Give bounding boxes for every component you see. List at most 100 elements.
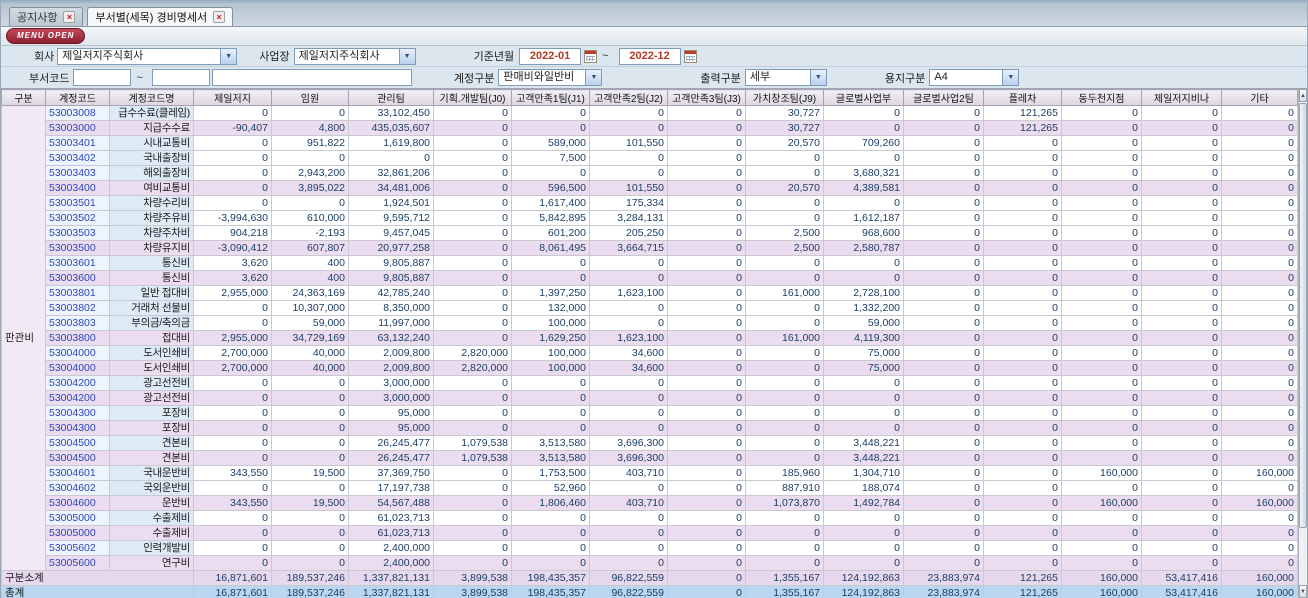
column-header[interactable]: 가치창조팀(J9) — [745, 89, 824, 106]
table-row[interactable]: 53004200 광고선전비 0 0 3,000,000 0 0 0 0 0 0 0 0 0 0 0 — [2, 375, 1298, 391]
value-cell[interactable]: 0 — [983, 510, 1062, 526]
value-cell[interactable]: 160,000 — [1221, 585, 1298, 598]
table-row[interactable]: 53005602 인력개발비 0 0 2,400,000 0 0 0 0 0 0 0 0 0 0 0 — [2, 540, 1298, 556]
value-cell[interactable]: 0 — [823, 510, 904, 526]
table-row[interactable]: 53003403 해외출장비 0 2,943,200 32,861,206 0 0 0 0 0 3,… — [2, 165, 1298, 181]
chevron-down-icon[interactable]: ▼ — [220, 48, 237, 64]
column-header[interactable]: 글로벌사업부 — [823, 89, 904, 106]
value-cell[interactable]: 0 — [983, 165, 1062, 181]
scroll-up-icon[interactable]: ▲ — [1299, 89, 1307, 102]
value-cell[interactable]: 8,350,000 — [348, 300, 434, 316]
value-cell[interactable]: 0 — [511, 375, 590, 391]
value-cell[interactable]: 0 — [983, 225, 1062, 241]
value-cell[interactable]: 0 — [1061, 375, 1142, 391]
value-cell[interactable]: 0 — [903, 240, 984, 256]
account-code-cell[interactable]: 53003008 — [45, 105, 110, 121]
value-cell[interactable]: 121,265 — [983, 570, 1062, 586]
value-cell[interactable]: 0 — [667, 210, 746, 226]
value-cell[interactable]: 0 — [1141, 405, 1222, 421]
period-from-input[interactable] — [519, 47, 582, 65]
value-cell[interactable]: 24,363,169 — [271, 285, 349, 301]
value-cell[interactable]: 0 — [667, 510, 746, 526]
value-cell[interactable]: 0 — [1141, 180, 1222, 196]
account-code-cell[interactable]: 53003501 — [45, 195, 110, 211]
value-cell[interactable]: 26,245,477 — [348, 450, 434, 466]
value-cell[interactable]: 0 — [983, 315, 1062, 331]
calendar-icon[interactable] — [584, 49, 598, 63]
value-cell[interactable]: 0 — [983, 180, 1062, 196]
value-cell[interactable]: 0 — [667, 540, 746, 556]
table-row[interactable]: 53003503 차량주차비 904,218 -2,193 9,457,045 0 601,… — [2, 225, 1298, 241]
value-cell[interactable]: 0 — [1061, 195, 1142, 211]
value-cell[interactable]: 709,260 — [823, 135, 904, 151]
value-cell[interactable]: 95,000 — [348, 420, 434, 436]
value-cell[interactable]: 0 — [1061, 240, 1142, 256]
value-cell[interactable]: 0 — [903, 165, 984, 181]
table-row[interactable]: 53003802 거래처 선물비 0 10,307,000 8,350,000 0 132,… — [2, 300, 1298, 316]
column-header[interactable]: 글로벌사업2팀 — [903, 89, 984, 106]
value-cell[interactable]: 968,600 — [823, 225, 904, 241]
value-cell[interactable]: 0 — [271, 555, 349, 571]
account-code-cell[interactable]: 53004300 — [45, 420, 110, 436]
value-cell[interactable]: 0 — [433, 315, 512, 331]
value-cell[interactable]: 63,132,240 — [348, 330, 434, 346]
value-cell[interactable]: 0 — [667, 285, 746, 301]
value-cell[interactable]: 0 — [983, 375, 1062, 391]
value-cell[interactable]: 0 — [903, 480, 984, 496]
value-cell[interactable]: 37,369,750 — [348, 465, 434, 481]
table-row[interactable]: 53004601 국내운반비 343,550 19,500 37,369,750 0 1,7… — [2, 465, 1298, 481]
value-cell[interactable]: 0 — [433, 225, 512, 241]
value-cell[interactable]: 0 — [667, 525, 746, 541]
value-cell[interactable]: 0 — [1141, 150, 1222, 166]
value-cell[interactable]: 0 — [667, 570, 746, 586]
value-cell[interactable]: 0 — [271, 540, 349, 556]
value-cell[interactable]: 0 — [1221, 225, 1298, 241]
value-cell[interactable]: 0 — [903, 270, 984, 286]
value-cell[interactable]: 343,550 — [193, 495, 272, 511]
value-cell[interactable]: 0 — [193, 435, 272, 451]
account-name-cell[interactable]: 일반 접대비 — [109, 285, 194, 301]
column-header[interactable]: 관리팀 — [348, 89, 434, 106]
value-cell[interactable]: 343,550 — [193, 465, 272, 481]
column-header[interactable]: 고객만족2팀(J2) — [589, 89, 668, 106]
value-cell[interactable]: 0 — [667, 405, 746, 421]
value-cell[interactable]: 34,600 — [589, 360, 668, 376]
table-row[interactable]: 53003501 차량수리비 0 0 1,924,501 0 1,617,400 175,33… — [2, 195, 1298, 211]
value-cell[interactable]: 0 — [1141, 165, 1222, 181]
value-cell[interactable]: 0 — [903, 450, 984, 466]
value-cell[interactable]: 0 — [745, 300, 824, 316]
account-name-cell[interactable]: 포장비 — [109, 405, 194, 421]
value-cell[interactable]: 0 — [1221, 480, 1298, 496]
account-name-cell[interactable]: 국내출장비 — [109, 150, 194, 166]
value-cell[interactable]: 16,871,601 — [193, 585, 272, 598]
value-cell[interactable]: 400 — [271, 270, 349, 286]
value-cell[interactable]: 0 — [903, 210, 984, 226]
table-row[interactable]: 53003400 여비교통비 0 3,895,022 34,481,006 0 596,50… — [2, 180, 1298, 196]
value-cell[interactable]: 0 — [193, 555, 272, 571]
value-cell[interactable]: 0 — [903, 540, 984, 556]
value-cell[interactable]: 0 — [983, 495, 1062, 511]
value-cell[interactable]: 0 — [271, 510, 349, 526]
value-cell[interactable]: 189,537,246 — [271, 570, 349, 586]
value-cell[interactable]: 0 — [903, 465, 984, 481]
value-cell[interactable]: 0 — [589, 420, 668, 436]
account-name-cell[interactable]: 여비교통비 — [109, 180, 194, 196]
value-cell[interactable]: 0 — [511, 255, 590, 271]
value-cell[interactable]: 0 — [1061, 480, 1142, 496]
account-name-cell[interactable]: 광고선전비 — [109, 390, 194, 406]
scrollbar-thumb[interactable] — [1299, 103, 1307, 529]
value-cell[interactable]: 0 — [1061, 450, 1142, 466]
value-cell[interactable]: 0 — [903, 495, 984, 511]
output-type-select[interactable]: 세부 ▼ — [744, 69, 827, 86]
value-cell[interactable]: 0 — [1061, 390, 1142, 406]
value-cell[interactable]: 124,192,863 — [823, 585, 904, 598]
value-cell[interactable]: 0 — [1221, 285, 1298, 301]
value-cell[interactable]: 0 — [1221, 435, 1298, 451]
value-cell[interactable]: 160,000 — [1061, 570, 1142, 586]
value-cell[interactable]: 9,805,887 — [348, 255, 434, 271]
value-cell[interactable]: 0 — [1141, 195, 1222, 211]
value-cell[interactable]: 887,910 — [745, 480, 824, 496]
value-cell[interactable]: 96,822,559 — [589, 585, 668, 598]
value-cell[interactable]: 0 — [271, 450, 349, 466]
value-cell[interactable]: 0 — [433, 210, 512, 226]
